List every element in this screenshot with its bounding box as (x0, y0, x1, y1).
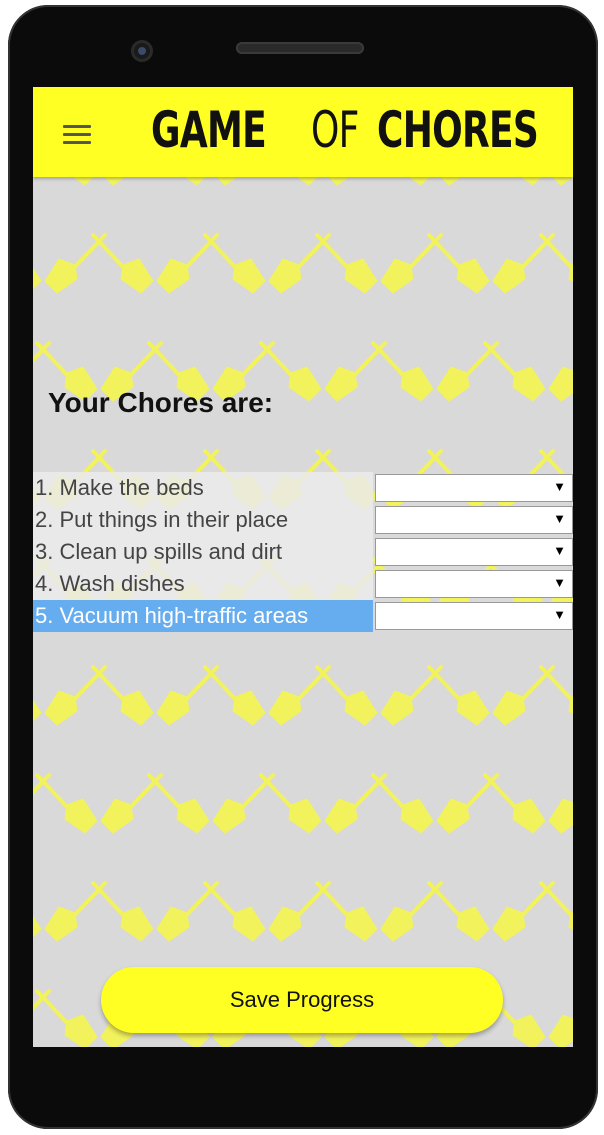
broom-icon (43, 881, 107, 943)
logo-word-chores: CHORES (376, 101, 539, 159)
broom-icon (491, 881, 555, 943)
broom-icon (483, 341, 547, 403)
broom-icon (155, 665, 219, 727)
chore-row: 3. Clean up spills and dirt ▼ (33, 536, 573, 568)
app-logo: GAME OF CHORES (151, 101, 573, 163)
broom-icon (211, 177, 275, 187)
broom-icon (315, 665, 379, 727)
camera-icon (131, 40, 153, 62)
chore-list: 1. Make the beds ▼ 2. Put things in thei… (33, 472, 573, 632)
broom-icon (483, 773, 547, 835)
chore-status-select[interactable]: ▼ (375, 538, 573, 566)
broom-icon (155, 881, 219, 943)
broom-icon (203, 233, 267, 295)
dropdown-arrow-icon: ▼ (553, 575, 566, 590)
phone-frame: GAME OF CHORES Your Chores are: 1. Make … (8, 5, 598, 1129)
logo-word-game: GAME (151, 101, 267, 159)
broom-icon (43, 233, 107, 295)
broom-icon (155, 233, 219, 295)
chores-heading: Your Chores are: (48, 387, 274, 418)
broom-icon (259, 773, 323, 835)
broom-icon (323, 341, 387, 403)
broom-icon (371, 773, 435, 835)
broom-icon (91, 233, 155, 295)
broom-icon (547, 177, 573, 187)
broom-icon (323, 773, 387, 835)
broom-icon (203, 665, 267, 727)
broom-icon (35, 177, 99, 187)
broom-icon (33, 665, 43, 727)
chore-status-select[interactable]: ▼ (375, 474, 573, 502)
broom-icon (371, 341, 435, 403)
chore-status-select[interactable]: ▼ (375, 602, 573, 630)
broom-icon (491, 233, 555, 295)
broom-icon (371, 177, 435, 187)
chore-label: 3. Clean up spills and dirt (33, 536, 373, 568)
logo-word-of: OF (310, 101, 359, 159)
broom-icon (379, 881, 443, 943)
broom-icon (35, 773, 99, 835)
broom-icon (547, 773, 573, 835)
broom-icon (259, 177, 323, 187)
broom-icon (547, 989, 573, 1047)
broom-icon (267, 233, 331, 295)
chore-status-select[interactable]: ▼ (375, 506, 573, 534)
chore-row: 1. Make the beds ▼ (33, 472, 573, 504)
save-progress-button[interactable]: Save Progress (101, 967, 503, 1033)
broom-icon (491, 665, 555, 727)
chore-label: 1. Make the beds (33, 472, 373, 504)
dropdown-arrow-icon: ▼ (553, 479, 566, 494)
chore-label: 5. Vacuum high-traffic areas (33, 600, 373, 632)
chore-row-selected: 5. Vacuum high-traffic areas ▼ (33, 600, 573, 632)
broom-icon (315, 881, 379, 943)
dropdown-arrow-icon: ▼ (553, 607, 566, 622)
broom-icon (147, 773, 211, 835)
broom-icon (435, 773, 499, 835)
broom-icon (33, 881, 43, 943)
broom-icon (427, 881, 491, 943)
broom-icon (483, 177, 547, 187)
broom-icon (435, 341, 499, 403)
broom-icon (267, 881, 331, 943)
chore-row: 4. Wash dishes ▼ (33, 568, 573, 600)
broom-icon (379, 233, 443, 295)
broom-icon (323, 177, 387, 187)
broom-icon (315, 233, 379, 295)
broom-icon (203, 881, 267, 943)
broom-icon (33, 233, 43, 295)
broom-icon (547, 341, 573, 403)
broom-icon (99, 177, 163, 187)
dropdown-arrow-icon: ▼ (553, 543, 566, 558)
broom-icon (427, 665, 491, 727)
broom-icon (91, 881, 155, 943)
broom-icon (427, 233, 491, 295)
dropdown-arrow-icon: ▼ (553, 511, 566, 526)
speaker-grille (236, 42, 364, 54)
app-bar: GAME OF CHORES (33, 87, 573, 177)
broom-icon (99, 773, 163, 835)
chore-label: 4. Wash dishes (33, 568, 373, 600)
broom-icon (33, 177, 51, 187)
broom-icon (267, 665, 331, 727)
chore-label: 2. Put things in their place (33, 504, 373, 536)
app-screen: GAME OF CHORES Your Chores are: 1. Make … (33, 87, 573, 1047)
broom-icon (91, 665, 155, 727)
hamburger-icon[interactable] (63, 125, 91, 145)
chore-row: 2. Put things in their place ▼ (33, 504, 573, 536)
broom-icon (43, 665, 107, 727)
broom-icon (35, 989, 99, 1047)
broom-icon (211, 773, 275, 835)
chore-status-select[interactable]: ▼ (375, 570, 573, 598)
broom-icon (147, 177, 211, 187)
broom-icon (379, 665, 443, 727)
broom-icon (435, 177, 499, 187)
